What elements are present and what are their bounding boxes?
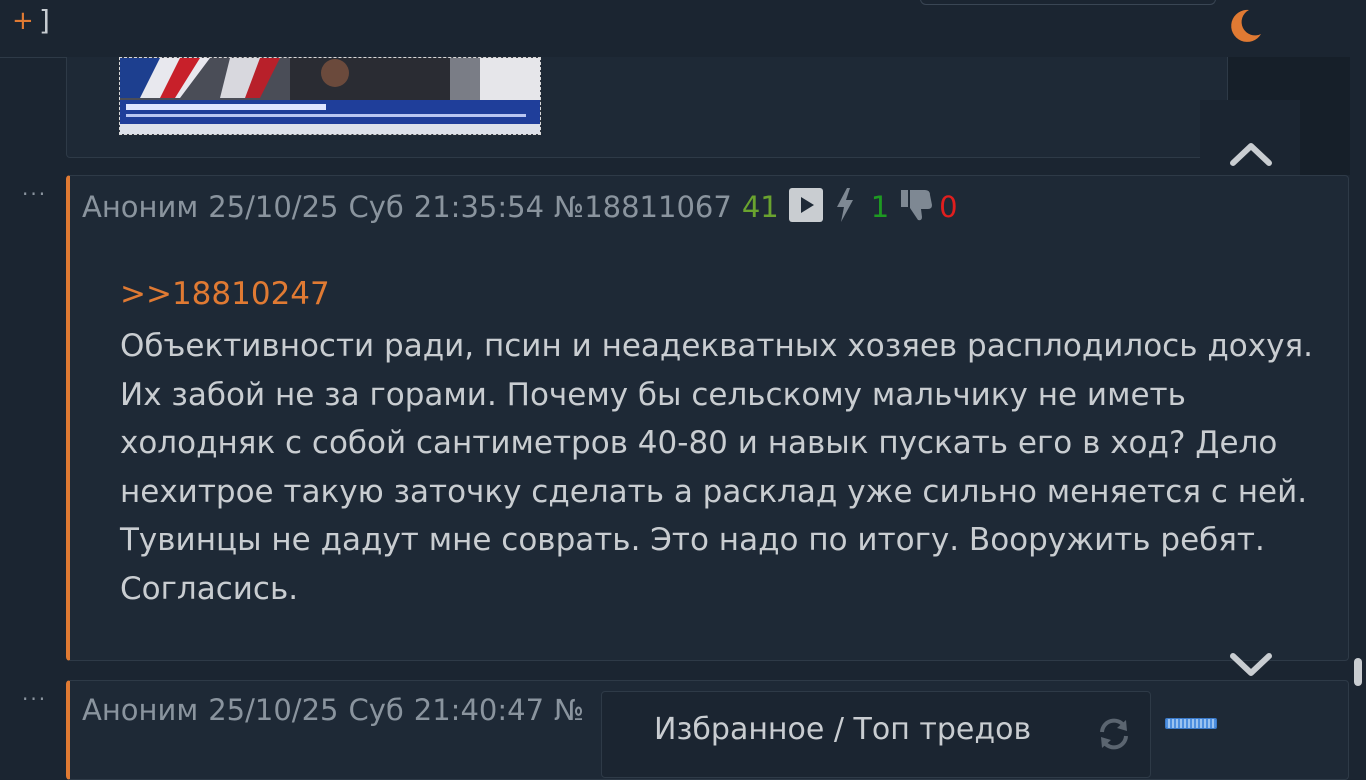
post-number[interactable]: №18811067: [554, 190, 732, 224]
favorites-tab[interactable]: Избранное / Топ тредов: [654, 712, 1031, 747]
post-score: 41: [741, 190, 779, 224]
post-time: 21:35:54: [413, 190, 545, 224]
post-body: Объективности ради, псин и неадекватных …: [120, 328, 1313, 607]
post: Аноним 25/10/25 Суб 21:35:54 №18811067 41 1 0 >…: [66, 175, 1349, 661]
thumbs-down-icon[interactable]: [899, 188, 935, 222]
previous-post: [66, 57, 1228, 158]
post-image-thumbnail[interactable]: [119, 57, 541, 135]
search-box[interactable]: [920, 0, 1216, 5]
post-header: Аноним 25/10/25 Суб 21:35:54 №18811067 41 1 0: [82, 188, 968, 224]
scrollbar-thumb[interactable]: [1354, 658, 1362, 686]
likes-count: 1: [870, 190, 890, 224]
post-date: 25/10/25: [208, 693, 339, 727]
post-number[interactable]: №: [554, 693, 584, 727]
favorites-panel: Избранное / Топ тредов: [601, 691, 1151, 778]
chevron-down-icon[interactable]: [1228, 650, 1274, 680]
play-icon[interactable]: [788, 188, 823, 222]
chevron-up-icon[interactable]: [1228, 138, 1274, 168]
dislikes-count: 0: [939, 190, 958, 224]
post-time: 21:40:47: [413, 693, 545, 727]
post-header: Аноним 25/10/25 Суб 21:40:47 №: [82, 693, 594, 727]
refresh-icon[interactable]: [1096, 716, 1132, 752]
post-weekday: Суб: [348, 693, 404, 727]
post-date: 25/10/25: [208, 190, 339, 224]
add-button[interactable]: +: [12, 6, 34, 36]
post-menu-dots[interactable]: ···: [22, 182, 47, 206]
bracket-toggle[interactable]: ]: [37, 4, 54, 37]
moon-icon[interactable]: [1225, 6, 1265, 46]
top-bar: + ]: [0, 0, 1350, 58]
loading-progress-bar: [1165, 718, 1217, 729]
post-author: Аноним: [82, 693, 199, 727]
bolt-icon[interactable]: [833, 188, 857, 222]
post-weekday: Суб: [348, 190, 404, 224]
post-menu-dots[interactable]: ···: [22, 687, 47, 711]
scrollbar-track[interactable]: [1350, 0, 1366, 768]
post-author: Аноним: [82, 190, 199, 224]
reply-link[interactable]: >>18810247: [120, 276, 330, 312]
